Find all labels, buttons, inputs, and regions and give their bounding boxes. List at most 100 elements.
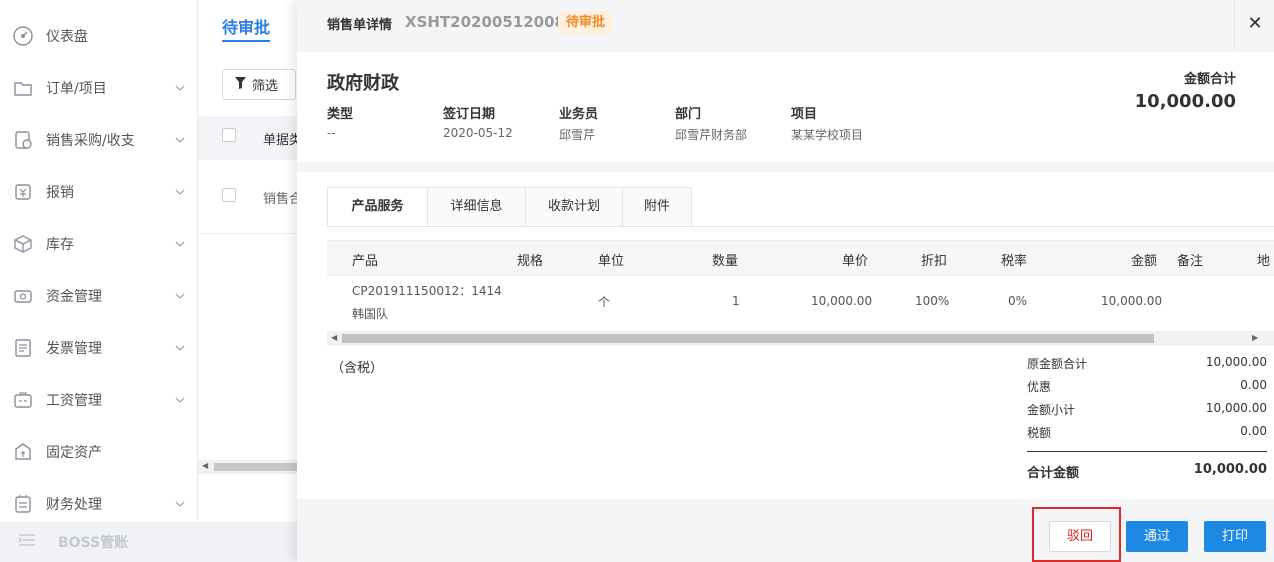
summary-label: 税额 <box>1027 426 1052 440</box>
summary-discount: 优惠 0.00 <box>1027 378 1267 401</box>
sidebar-item-orders[interactable]: 订单/项目 <box>0 62 198 114</box>
summary-subtotal: 金额小计 10,000.00 <box>1027 401 1267 424</box>
amount-cell: 10,000.00 <box>1101 294 1163 308</box>
tab-attachments[interactable]: 附件 <box>623 187 692 227</box>
scroll-left-icon[interactable]: ◀ <box>202 461 208 470</box>
print-button[interactable]: 打印 <box>1204 521 1266 552</box>
sidebar-footer[interactable]: BOSS管账 <box>0 522 198 562</box>
summary-value: 0.00 <box>1240 378 1267 392</box>
grand-total-label: 合计金额 <box>1027 466 1080 481</box>
quantity-cell: 1 <box>732 294 740 308</box>
list-footer <box>198 522 298 562</box>
tab-details[interactable]: 详细信息 <box>428 187 526 227</box>
tab-products[interactable]: 产品服务 <box>327 187 428 227</box>
meta-salesperson: 业务员 邱雪芹 <box>559 103 598 143</box>
product-code: CP201911150012：1414 <box>352 284 502 298</box>
salary-icon <box>12 389 34 411</box>
sidebar-item-dashboard[interactable]: 仪表盘 <box>0 10 198 62</box>
menu-collapse-icon <box>18 533 36 551</box>
tab-payment-plan[interactable]: 收款计划 <box>526 187 623 227</box>
horizontal-scrollbar[interactable]: ◀ ▶ <box>327 331 1274 346</box>
sidebar-item-label: 财务处理 <box>46 497 102 513</box>
chevron-down-icon <box>174 82 186 94</box>
dashboard-icon <box>12 25 34 47</box>
discount-cell: 100% <box>915 294 950 308</box>
approve-button[interactable]: 通过 <box>1126 521 1188 552</box>
horizontal-scrollbar[interactable]: ◀ <box>198 460 298 474</box>
customer-name: 政府财政 <box>327 73 399 94</box>
chevron-down-icon <box>174 498 186 510</box>
chevron-down-icon <box>174 342 186 354</box>
unit-cell: 个 <box>598 295 611 309</box>
purchase-icon <box>12 129 34 151</box>
scroll-right-icon[interactable]: ▶ <box>1252 333 1258 342</box>
scrollbar-thumb[interactable] <box>214 463 298 471</box>
drawer-header: 销售单详情 XSHT20200512008 待审批 ✕ <box>297 0 1274 50</box>
meta-value: 2020-05-12 <box>443 126 513 140</box>
tax-rate-cell: 0% <box>1008 294 1028 308</box>
unit-price-cell: 10,000.00 <box>811 294 873 308</box>
sidebar-item-sales-purchase[interactable]: 销售采购/收支 <box>0 114 198 166</box>
sidebar-item-reimburse[interactable]: 报销 <box>0 166 198 218</box>
tabs-divider <box>327 226 1274 227</box>
chevron-down-icon <box>174 290 186 302</box>
grand-total-value: 10,000.00 <box>1193 462 1267 477</box>
meta-value: -- <box>327 126 336 140</box>
close-icon[interactable]: ✕ <box>1245 14 1265 34</box>
sidebar-item-fixed-assets[interactable]: 固定资产 <box>0 426 198 478</box>
finance-icon <box>12 493 34 515</box>
meta-department: 部门 邱雪芹财务部 <box>675 103 747 143</box>
meta-project: 项目 某某学校项目 <box>791 103 863 143</box>
asset-icon <box>12 441 34 463</box>
meta-label: 项目 <box>791 107 818 122</box>
sidebar-item-inventory[interactable]: 库存 <box>0 218 198 270</box>
scroll-left-icon[interactable]: ◀ <box>331 333 337 342</box>
reimburse-icon <box>12 181 34 203</box>
reject-button[interactable]: 驳回 <box>1049 521 1111 552</box>
sidebar-item-label: 报销 <box>46 185 74 201</box>
sidebar-item-label: 固定资产 <box>46 445 102 461</box>
select-all-checkbox[interactable] <box>222 128 236 142</box>
order-summary-card: 政府财政 金额合计 10,000.00 类型 -- 签订日期 2020-05-1… <box>297 52 1274 162</box>
scrollbar-thumb[interactable] <box>342 334 1154 343</box>
folder-icon <box>12 77 34 99</box>
table-header: 产品 规格 单位 数量 单价 折扣 税率 金额 备注 地 <box>327 240 1274 276</box>
meta-value: 邱雪芹财务部 <box>675 128 748 142</box>
product-table: 产品 规格 单位 数量 单价 折扣 税率 金额 备注 地 CP201911150… <box>327 240 1274 350</box>
chevron-down-icon <box>174 238 186 250</box>
row-checkbox[interactable] <box>222 188 236 202</box>
app-name: BOSS管账 <box>58 535 129 551</box>
column-header: 产品 <box>352 254 379 269</box>
sidebar-item-funds[interactable]: 资金管理 <box>0 270 198 322</box>
table-header: 单据类 <box>198 116 302 160</box>
sidebar-item-label: 订单/项目 <box>46 81 107 97</box>
sidebar-item-invoice[interactable]: 发票管理 <box>0 322 198 374</box>
meta-value: 邱雪芹 <box>559 128 596 142</box>
summary-value: 0.00 <box>1240 424 1267 438</box>
summary-divider <box>1027 451 1267 452</box>
column-header: 地 <box>1257 254 1271 269</box>
list-page: 待审批 筛选 单据类 销售合 ◀ <box>198 0 302 562</box>
column-header: 数量 <box>712 254 739 269</box>
meta-sign-date: 签订日期 2020-05-12 <box>443 103 513 140</box>
drawer-title: 销售单详情 <box>327 18 393 33</box>
sidebar-item-label: 仪表盘 <box>46 29 88 45</box>
header-divider <box>1234 0 1235 50</box>
sidebar-item-label: 资金管理 <box>46 289 102 305</box>
detail-card: 产品服务 详细信息 收款计划 附件 产品 规格 单位 数量 单价 折扣 税率 金… <box>297 172 1274 499</box>
total-amount-value: 10,000.00 <box>1134 91 1236 112</box>
table-row[interactable]: CP201911150012：1414 韩国队 个 1 10,000.00 10… <box>327 276 1274 330</box>
column-header: 备注 <box>1177 254 1204 269</box>
table-row[interactable]: 销售合 <box>198 160 302 234</box>
column-header: 规格 <box>517 254 544 269</box>
column-header: 单位 <box>598 254 625 269</box>
detail-tabs: 产品服务 详细信息 收款计划 附件 <box>327 187 692 227</box>
tab-active-indicator <box>222 40 270 42</box>
sidebar-item-salary[interactable]: 工资管理 <box>0 374 198 426</box>
detail-drawer: 销售单详情 XSHT20200512008 待审批 ✕ 政府财政 金额合计 10… <box>297 0 1274 562</box>
meta-label: 签订日期 <box>443 107 496 122</box>
meta-label: 类型 <box>327 107 354 122</box>
tab-pending-approval[interactable]: 待审批 <box>222 14 270 38</box>
funds-icon <box>12 285 34 307</box>
filter-button[interactable]: 筛选 <box>222 69 296 100</box>
